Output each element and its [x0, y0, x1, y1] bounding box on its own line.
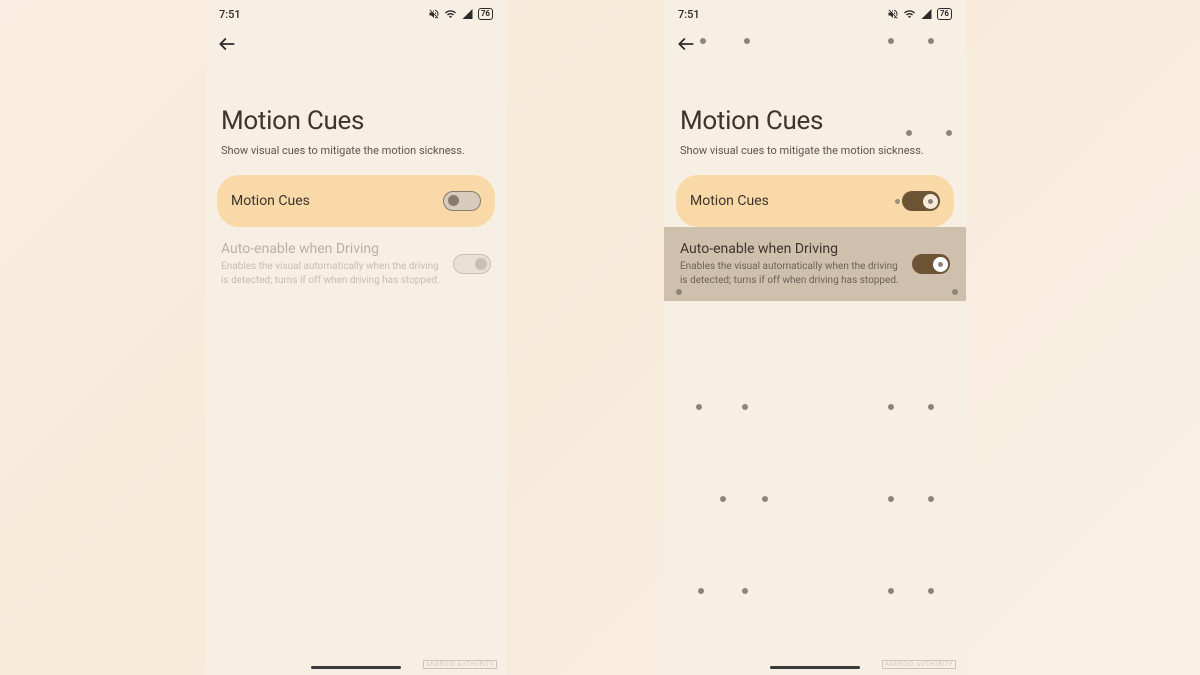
status-bar: 7:51 76 [664, 0, 966, 22]
signal-icon [461, 8, 474, 20]
motion-cues-toggle-label: Motion Cues [231, 193, 310, 209]
auto-enable-desc: Enables the visual automatically when th… [680, 260, 902, 287]
mute-icon [428, 8, 440, 20]
home-indicator[interactable] [311, 666, 401, 669]
mute-icon [887, 8, 899, 20]
wifi-icon [903, 8, 916, 20]
motion-cues-toggle-card[interactable]: Motion Cues [676, 175, 954, 227]
motion-cue-dot [888, 496, 894, 502]
motion-cue-dot [952, 289, 958, 295]
motion-cues-switch[interactable] [902, 191, 940, 211]
motion-cue-dot [888, 588, 894, 594]
status-time: 7:51 [219, 8, 241, 21]
phone-screenshot-off: 7:51 76 Motion Cues Show visual cues to … [205, 0, 507, 675]
auto-enable-switch [453, 254, 491, 274]
auto-enable-row[interactable]: Auto-enable when Driving Enables the vis… [664, 227, 966, 301]
motion-cue-dot [742, 588, 748, 594]
motion-cues-toggle-label: Motion Cues [690, 193, 769, 209]
watermark: ANDROID AUTHORITY [882, 660, 956, 669]
battery-icon: 76 [478, 8, 493, 20]
auto-enable-switch[interactable] [912, 254, 950, 274]
back-icon[interactable] [217, 34, 495, 54]
auto-enable-title: Auto-enable when Driving [221, 241, 443, 257]
status-icons: 76 [887, 8, 952, 20]
motion-cue-dot [762, 496, 768, 502]
status-icons: 76 [428, 8, 493, 20]
back-icon[interactable] [676, 34, 954, 54]
motion-cue-dot [928, 588, 934, 594]
home-indicator[interactable] [770, 666, 860, 669]
status-time: 7:51 [678, 8, 700, 21]
motion-cues-switch[interactable] [443, 191, 481, 211]
motion-cue-dot [895, 199, 900, 204]
status-bar: 7:51 76 [205, 0, 507, 22]
motion-cue-dot [696, 404, 702, 410]
auto-enable-desc: Enables the visual automatically when th… [221, 260, 443, 287]
motion-cues-toggle-card[interactable]: Motion Cues [217, 175, 495, 227]
motion-cue-dot [928, 404, 934, 410]
signal-icon [920, 8, 933, 20]
page-subtitle: Show visual cues to mitigate the motion … [664, 144, 966, 175]
phone-screenshot-on: 7:51 76 Motion Cues Show visual cues to … [664, 0, 966, 675]
motion-cue-dot [698, 588, 704, 594]
page-subtitle: Show visual cues to mitigate the motion … [205, 144, 507, 175]
wifi-icon [444, 8, 457, 20]
motion-cue-dot [928, 496, 934, 502]
page-title: Motion Cues [205, 54, 507, 144]
page-title: Motion Cues [664, 54, 966, 144]
motion-cue-dot [888, 404, 894, 410]
auto-enable-row: Auto-enable when Driving Enables the vis… [205, 227, 507, 301]
motion-cue-dot [720, 496, 726, 502]
motion-cue-dot [742, 404, 748, 410]
battery-icon: 76 [937, 8, 952, 20]
auto-enable-title: Auto-enable when Driving [680, 241, 902, 257]
watermark: ANDROID AUTHORITY [423, 660, 497, 669]
motion-cue-dot [676, 289, 682, 295]
